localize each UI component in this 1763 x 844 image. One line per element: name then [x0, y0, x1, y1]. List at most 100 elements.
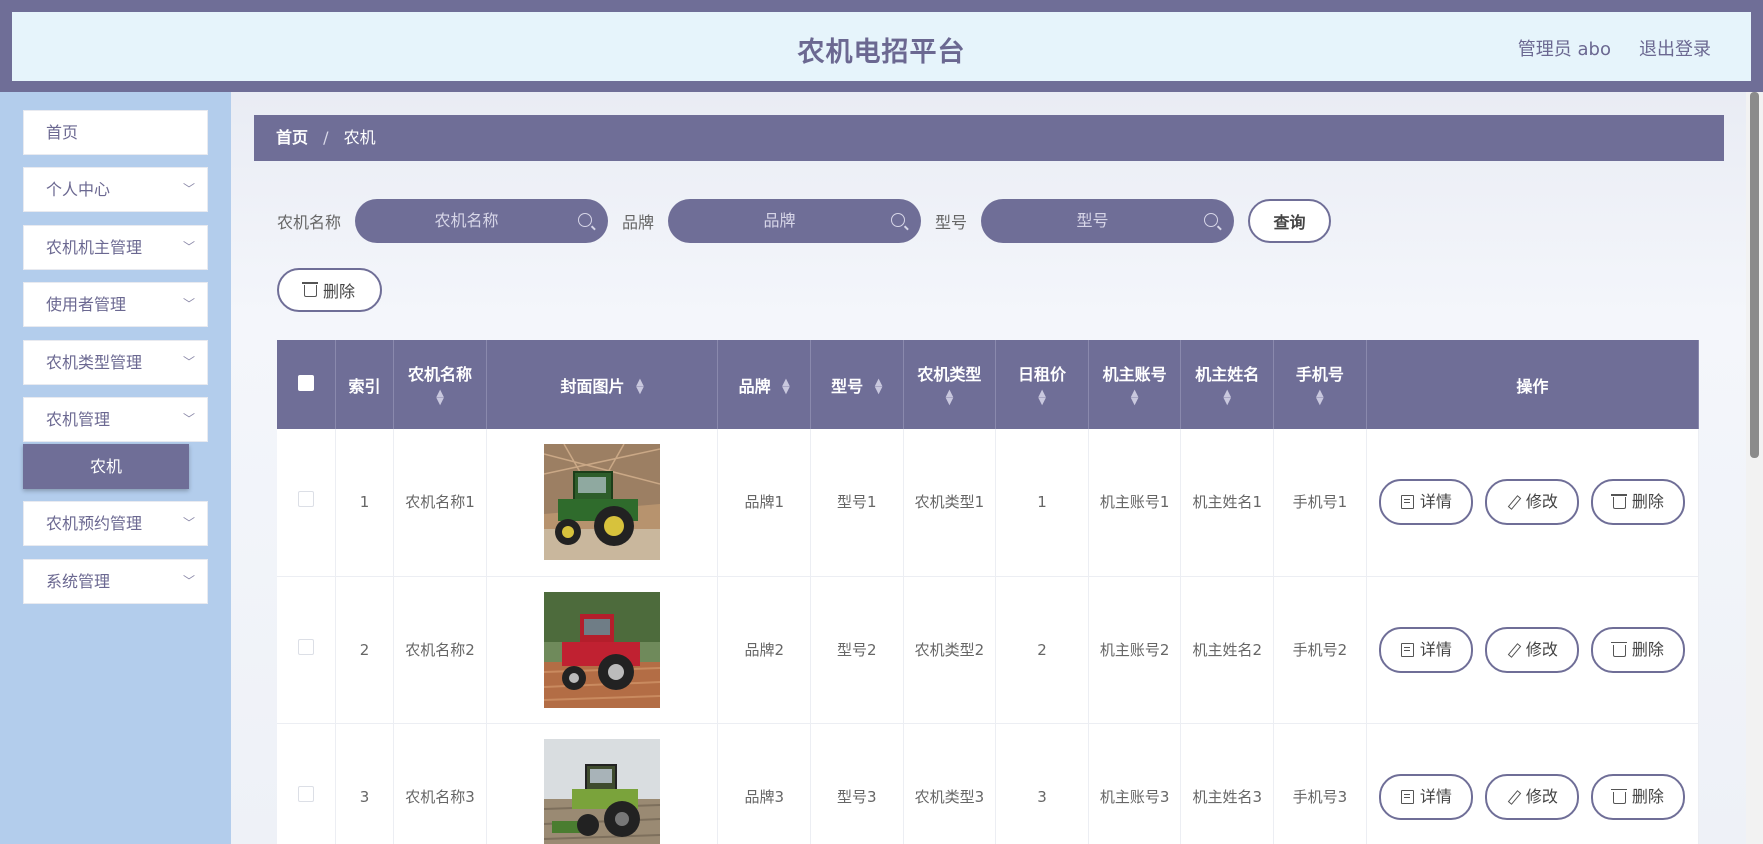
detail-button[interactable]: 详情	[1379, 626, 1474, 673]
cell-actions: 详情 修改 删除	[1366, 576, 1699, 724]
trash-icon	[301, 282, 318, 297]
edit-label: 修改	[1525, 492, 1558, 512]
sidebar-item-personal-center[interactable]: 个人中心 ﹀	[23, 167, 208, 212]
table-row: 1 农机名称1 品牌1 型号1 农机类型1 1 机主账号1 机主姓名1 手机号1…	[277, 429, 1699, 577]
logout-link[interactable]: 退出登录	[1639, 35, 1711, 61]
detail-button[interactable]: 详情	[1379, 773, 1474, 820]
header-brand-label: 品牌	[738, 376, 771, 396]
header-model-label: 型号	[831, 376, 864, 396]
query-button[interactable]: 查询	[1248, 199, 1332, 243]
batch-delete-label: 删除	[322, 282, 355, 301]
sort-icon[interactable]: ▲ ▼	[636, 378, 644, 396]
sidebar-item-label: 个人中心	[46, 180, 111, 199]
sidebar-subitem-machine[interactable]: 农机	[23, 444, 189, 489]
name-search-label: 农机名称	[277, 213, 342, 232]
brand-search-input[interactable]	[668, 199, 922, 243]
sort-icon[interactable]: ▲ ▼	[908, 388, 992, 406]
sort-icon[interactable]: ▲ ▼	[398, 388, 482, 406]
cell-model: 型号3	[810, 723, 904, 844]
table-header-row: 索引 农机名称 ▲ ▼ 封面图片 ▲ ▼ 品牌 ▲ ▼ 型号 ▲ ▼ 农机类型 …	[277, 340, 1699, 429]
row-checkbox[interactable]	[297, 785, 314, 802]
row-select-cell	[277, 723, 336, 844]
name-search-input[interactable]	[355, 199, 609, 243]
sidebar-item-home[interactable]: 首页	[23, 110, 208, 155]
header-brand[interactable]: 品牌 ▲ ▼	[717, 340, 812, 429]
breadcrumb-current: 农机	[343, 128, 376, 147]
row-checkbox[interactable]	[297, 491, 314, 508]
sort-icon[interactable]: ▲ ▼	[1000, 388, 1084, 406]
header-cover-label: 封面图片	[560, 376, 625, 396]
detail-label: 详情	[1419, 639, 1452, 659]
sidebar-item-machine-management[interactable]: 农机管理 ﹀	[23, 397, 208, 442]
breadcrumb-home[interactable]: 首页	[276, 128, 308, 147]
search-icon	[578, 213, 593, 227]
row-checkbox[interactable]	[297, 638, 314, 655]
cell-phone: 手机号3	[1273, 723, 1367, 844]
admin-user-label: 管理员 abo	[1517, 39, 1611, 60]
sort-icon[interactable]: ▲ ▼	[1185, 388, 1269, 406]
delete-label: 删除	[1631, 492, 1664, 512]
sort-icon[interactable]: ▲ ▼	[875, 378, 883, 396]
page-scrollbar[interactable]	[1746, 92, 1763, 844]
sidebar-item-owner-management[interactable]: 农机机主管理 ﹀	[23, 225, 208, 270]
sidebar-item-label: 系统管理	[46, 572, 111, 591]
delete-button[interactable]: 删除	[1591, 773, 1686, 820]
sidebar-item-label: 农机类型管理	[46, 353, 143, 372]
sidebar-item-user-management[interactable]: 使用者管理 ﹀	[23, 282, 208, 327]
sidebar-item-label: 首页	[46, 123, 79, 142]
edit-button[interactable]: 修改	[1485, 479, 1580, 526]
header-owner-name-label: 机主姓名	[1195, 364, 1260, 384]
tractor-green-thumbnail[interactable]	[544, 444, 661, 561]
sort-icon[interactable]: ▲ ▼	[1278, 388, 1362, 406]
sort-icon[interactable]: ▲ ▼	[782, 378, 790, 396]
header-price[interactable]: 日租价 ▲ ▼	[995, 340, 1089, 429]
cell-owner-name: 机主姓名2	[1180, 576, 1275, 724]
model-search-input[interactable]	[981, 199, 1235, 243]
header-owner-account[interactable]: 机主账号 ▲ ▼	[1088, 340, 1182, 429]
sidebar-item-reservation-management[interactable]: 农机预约管理 ﹀	[23, 501, 208, 546]
trash-icon	[1610, 494, 1627, 510]
sidebar-item-type-management[interactable]: 农机类型管理 ﹀	[23, 340, 208, 385]
trash-icon	[1610, 641, 1627, 657]
header-owner-name[interactable]: 机主姓名 ▲ ▼	[1180, 340, 1275, 429]
header-phone[interactable]: 手机号 ▲ ▼	[1273, 340, 1367, 429]
delete-button[interactable]: 删除	[1591, 479, 1686, 526]
cell-actions: 详情 修改 删除	[1366, 723, 1699, 844]
delete-button[interactable]: 删除	[1591, 626, 1686, 673]
sidebar-item-label: 农机机主管理	[46, 238, 143, 257]
detail-button[interactable]: 详情	[1379, 479, 1474, 526]
header-model[interactable]: 型号 ▲ ▼	[810, 340, 904, 429]
scrollbar-thumb[interactable]	[1750, 92, 1759, 458]
sort-icon[interactable]: ▲ ▼	[1093, 388, 1177, 406]
edit-button[interactable]: 修改	[1485, 773, 1580, 820]
cell-price: 2	[995, 576, 1089, 724]
tractor-red-thumbnail[interactable]	[544, 591, 661, 708]
header-name[interactable]: 农机名称 ▲ ▼	[393, 340, 487, 429]
delete-label: 删除	[1631, 639, 1664, 659]
select-all-checkbox[interactable]	[297, 374, 314, 391]
header-phone-label: 手机号	[1295, 364, 1344, 384]
chevron-down-icon: ﹀	[182, 182, 195, 196]
cell-owner-account: 机主账号3	[1088, 723, 1182, 844]
header-cover[interactable]: 封面图片 ▲ ▼	[486, 340, 719, 429]
row-select-cell	[277, 429, 336, 577]
pencil-icon	[1507, 495, 1520, 509]
cell-brand: 品牌3	[717, 723, 812, 844]
document-icon	[1400, 495, 1414, 510]
header-type[interactable]: 农机类型 ▲ ▼	[903, 340, 997, 429]
trash-icon	[1610, 788, 1627, 804]
edit-button[interactable]: 修改	[1485, 626, 1580, 673]
breadcrumb: 首页 / 农机	[254, 115, 1724, 161]
cell-owner-account: 机主账号2	[1088, 576, 1182, 724]
batch-delete-button[interactable]: 删除	[277, 268, 382, 312]
sidebar-item-system-management[interactable]: 系统管理 ﹀	[23, 559, 208, 604]
chevron-down-icon: ﹀	[182, 240, 195, 254]
tractor-field-thumbnail[interactable]	[544, 738, 661, 844]
detail-label: 详情	[1419, 786, 1452, 806]
search-icon	[1204, 213, 1219, 227]
cell-price: 1	[995, 429, 1089, 577]
cell-cover	[486, 723, 719, 844]
table-row: 3 农机名称3 品牌3 型号3 农机类型3 3 机主账号3 机主姓名3 手机号3…	[277, 723, 1699, 844]
search-bar: 农机名称 品牌 型号 查询	[277, 198, 1332, 244]
model-search-label: 型号	[935, 213, 968, 232]
